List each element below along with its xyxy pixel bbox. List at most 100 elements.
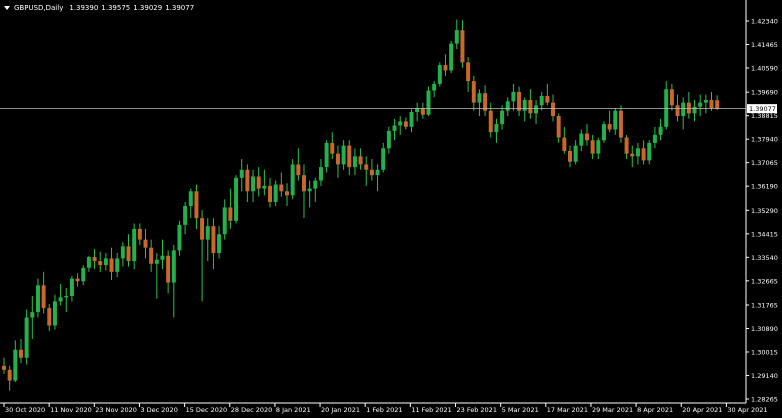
- price-axis: 1.42340 1.41465 1.40590 1.39690 1.38815 1.379…: [746, 18, 778, 404]
- candle-bear: [584, 133, 589, 141]
- y-tick-label: 1.40590: [751, 64, 778, 72]
- last-price-line-layer: 1.39077: [0, 104, 777, 114]
- candle-bear: [330, 142, 335, 154]
- x-tick-label: 5 Mar 2021: [502, 406, 539, 414]
- candle-bull: [511, 91, 516, 102]
- candle-bull: [426, 90, 431, 115]
- chart-header: GBPUSD,Daily 1.39390 1.39575 1.39029 1.3…: [4, 2, 197, 14]
- candle-bear: [149, 247, 154, 264]
- candle-bull: [613, 110, 618, 130]
- x-tick-label: 3 Dec 2020: [140, 406, 177, 414]
- candle-bear: [369, 169, 374, 176]
- candle-bull: [290, 164, 295, 196]
- candle-bear: [471, 81, 476, 103]
- candle-bull: [239, 169, 244, 178]
- candle-bull: [205, 226, 210, 240]
- candle-bear: [137, 228, 142, 240]
- candle-bull: [652, 134, 657, 143]
- candle-bull: [35, 285, 40, 313]
- candle-bear: [228, 207, 233, 221]
- candle-bull: [505, 101, 510, 111]
- y-tick-label: 1.37065: [751, 159, 778, 167]
- candle-bear: [194, 191, 199, 219]
- candle-bear: [403, 121, 408, 127]
- candle-bull: [341, 145, 346, 165]
- candle-bull: [307, 188, 312, 192]
- candle-bear: [92, 257, 97, 262]
- candle-bull: [273, 184, 278, 203]
- x-tick-label: 8 Jan 2021: [276, 406, 311, 414]
- candle-bull: [692, 106, 697, 114]
- candle-bull: [534, 105, 539, 114]
- candle-bull: [318, 167, 323, 181]
- candle-bear: [517, 91, 522, 111]
- quote-open: 1.39390: [69, 4, 99, 12]
- candle-bear: [18, 349, 23, 358]
- candle-bull: [177, 224, 182, 251]
- candle-bear: [301, 175, 306, 192]
- candle-bear: [709, 99, 714, 109]
- x-tick-label: 29 Mar 2021: [592, 406, 633, 414]
- y-tick-label: 1.33540: [751, 254, 778, 262]
- quote-close: 1.39077: [165, 4, 195, 12]
- candle-bear: [285, 191, 289, 196]
- candle-bear: [256, 176, 261, 189]
- candle-bull: [24, 317, 29, 358]
- candle-bear: [335, 153, 340, 165]
- candle-bear: [675, 105, 680, 117]
- candle-bull: [222, 207, 227, 235]
- candle-bull: [398, 121, 403, 126]
- candle-bull: [409, 112, 414, 127]
- candle-bull: [81, 267, 86, 282]
- symbol-period: GBPUSD,Daily: [14, 4, 64, 12]
- candle-bear: [607, 124, 612, 130]
- candle-bull: [324, 142, 329, 168]
- candle-bull: [58, 297, 63, 302]
- candle-bull: [30, 312, 35, 318]
- candle-bull: [69, 278, 74, 297]
- candle-bull: [120, 246, 125, 259]
- candle-bear: [669, 89, 674, 106]
- x-tick-label: 30 Oct 2020: [5, 406, 45, 414]
- candle-bull: [698, 102, 703, 107]
- candle-bull: [477, 93, 482, 103]
- candle-bear: [143, 239, 148, 248]
- candle-bull: [601, 124, 606, 141]
- y-tick-label: 1.30890: [751, 325, 778, 333]
- y-tick-label: 1.38815: [751, 112, 778, 120]
- x-tick-label: 11 Feb 2021: [411, 406, 451, 414]
- candle-bear: [551, 102, 556, 117]
- candle-bull: [234, 177, 239, 221]
- candle-bear: [528, 99, 533, 114]
- candle-bull: [664, 89, 669, 127]
- candle-bull: [437, 65, 442, 84]
- x-tick-label: 20 Apr 2021: [682, 406, 722, 414]
- candle-bear: [126, 246, 131, 262]
- candle-bull: [381, 148, 386, 170]
- x-tick-label: 15 Dec 2020: [186, 406, 228, 414]
- candle-bull: [681, 102, 686, 117]
- y-tick-label: 1.36190: [751, 183, 778, 191]
- y-tick-label: 1.30015: [751, 349, 778, 357]
- dropdown-triangle-icon[interactable]: [4, 6, 10, 10]
- candle-bear: [279, 184, 284, 192]
- candle-bull: [64, 296, 69, 298]
- candle-bull: [86, 257, 91, 268]
- x-tick-label: 30 Apr 2021: [727, 406, 767, 414]
- candle-bear: [590, 140, 595, 154]
- candle-bear: [364, 164, 369, 170]
- candlestick-chart: 1.39077 1.42340 1.41465 1.40590 1.39690 1.38…: [0, 0, 778, 414]
- candle-bull: [251, 176, 256, 192]
- x-tick-label: 28 Dec 2020: [231, 406, 273, 414]
- y-tick-label: 1.32665: [751, 277, 778, 285]
- candle-bear: [41, 285, 46, 309]
- x-tick-label: 17 Mar 2021: [547, 406, 588, 414]
- candle-bull: [183, 206, 188, 225]
- candle-bear: [545, 95, 550, 103]
- candle-bear: [686, 102, 691, 114]
- candle-bull: [432, 83, 437, 91]
- x-tick-label: 20 Jan 2021: [321, 406, 360, 414]
- quote-high: 1.39575: [101, 4, 131, 12]
- y-tick-label: 1.41465: [751, 41, 778, 49]
- candle-bull: [658, 126, 663, 135]
